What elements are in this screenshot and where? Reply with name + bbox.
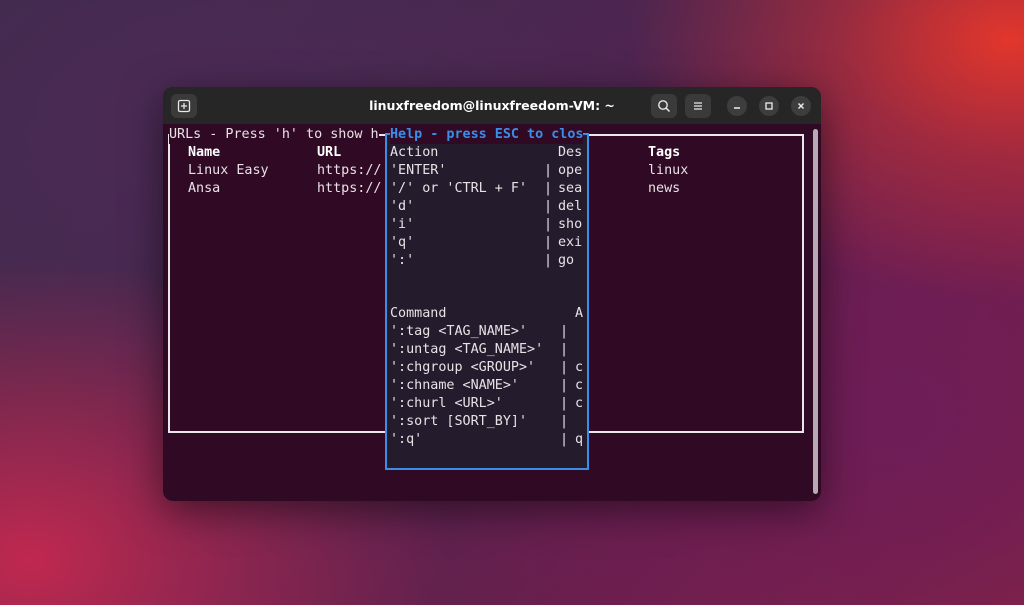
- help-commands-header-desc: A: [575, 306, 584, 321]
- title-bar: linuxfreedom@linuxfreedom-VM: ~: [163, 87, 821, 124]
- help-command-sep: |: [560, 342, 569, 357]
- help-command-name: ':untag <TAG_NAME>': [390, 342, 544, 357]
- help-command-name: ':churl <URL>': [390, 396, 503, 411]
- help-action-sep: |: [544, 163, 553, 178]
- help-action-desc: ope: [558, 163, 583, 178]
- help-command-desc: c: [575, 396, 584, 411]
- help-action-sep: |: [544, 253, 553, 268]
- maximize-button[interactable]: [759, 96, 779, 116]
- search-button[interactable]: [651, 94, 677, 118]
- help-action-key: '/' or 'CTRL + F': [390, 181, 528, 196]
- help-action-sep: |: [544, 181, 553, 196]
- help-command-name: ':chname <NAME>': [390, 378, 519, 393]
- hamburger-menu-icon: [694, 102, 702, 110]
- help-action-key: 'q': [390, 235, 415, 250]
- row-name: Linux Easy: [188, 163, 269, 178]
- window-title: linuxfreedom@linuxfreedom-VM: ~: [369, 98, 615, 113]
- column-header-tags: Tags: [648, 145, 681, 160]
- help-commands-header-command: Command: [390, 306, 447, 321]
- help-command-name: ':sort [SORT_BY]': [390, 414, 528, 429]
- maximize-icon: [765, 102, 773, 110]
- help-command-name: ':q': [390, 432, 423, 447]
- minimize-icon: [734, 107, 740, 109]
- help-action-key: 'i': [390, 217, 415, 232]
- column-header-url: URL: [317, 145, 342, 160]
- help-action-key: 'ENTER': [390, 163, 447, 178]
- row-url: https://: [317, 163, 382, 178]
- help-command-sep: |: [560, 360, 569, 375]
- help-action-key: ':': [390, 253, 415, 268]
- help-action-sep: |: [544, 199, 553, 214]
- menu-button[interactable]: [685, 94, 711, 118]
- help-popup-title: Help - press ESC to clos: [390, 126, 584, 144]
- help-command-sep: |: [560, 396, 569, 411]
- help-action-desc: exi: [558, 235, 583, 250]
- help-command-sep: |: [560, 324, 569, 339]
- help-action-desc: sho: [558, 217, 583, 232]
- minimize-button[interactable]: [727, 96, 747, 116]
- row-name: Ansa: [188, 181, 221, 196]
- column-header-name: Name: [188, 145, 221, 160]
- row-url: https://: [317, 181, 382, 196]
- help-command-name: ':tag <TAG_NAME>': [390, 324, 528, 339]
- help-actions-header-desc: Des: [558, 145, 583, 160]
- help-action-desc: del: [558, 199, 583, 214]
- urls-panel-header: URLs - Press 'h' to show h: [169, 126, 379, 144]
- help-command-sep: |: [560, 378, 569, 393]
- help-action-sep: |: [544, 235, 553, 250]
- terminal-scrollbar[interactable]: [813, 129, 818, 494]
- row-tags: news: [648, 181, 681, 196]
- help-action-sep: |: [544, 217, 553, 232]
- help-action-desc: go: [558, 253, 575, 268]
- help-action-desc: sea: [558, 181, 583, 196]
- row-tags: linux: [648, 163, 689, 178]
- help-command-sep: |: [560, 414, 569, 429]
- help-command-desc: c: [575, 378, 584, 393]
- help-command-desc: c: [575, 360, 584, 375]
- search-icon: [658, 100, 671, 113]
- help-command-sep: |: [560, 432, 569, 447]
- close-button[interactable]: [791, 96, 811, 116]
- help-actions-header-action: Action: [390, 145, 439, 160]
- help-action-key: 'd': [390, 199, 415, 214]
- terminal-window: linuxfreedom@linuxfreedom-VM: ~ URLs - P…: [163, 87, 821, 501]
- help-command-name: ':chgroup <GROUP>': [390, 360, 536, 375]
- close-icon: [798, 103, 804, 109]
- terminal-area[interactable]: URLs - Press 'h' to show h Name URL Tags…: [163, 124, 821, 501]
- help-command-desc: q: [575, 432, 584, 447]
